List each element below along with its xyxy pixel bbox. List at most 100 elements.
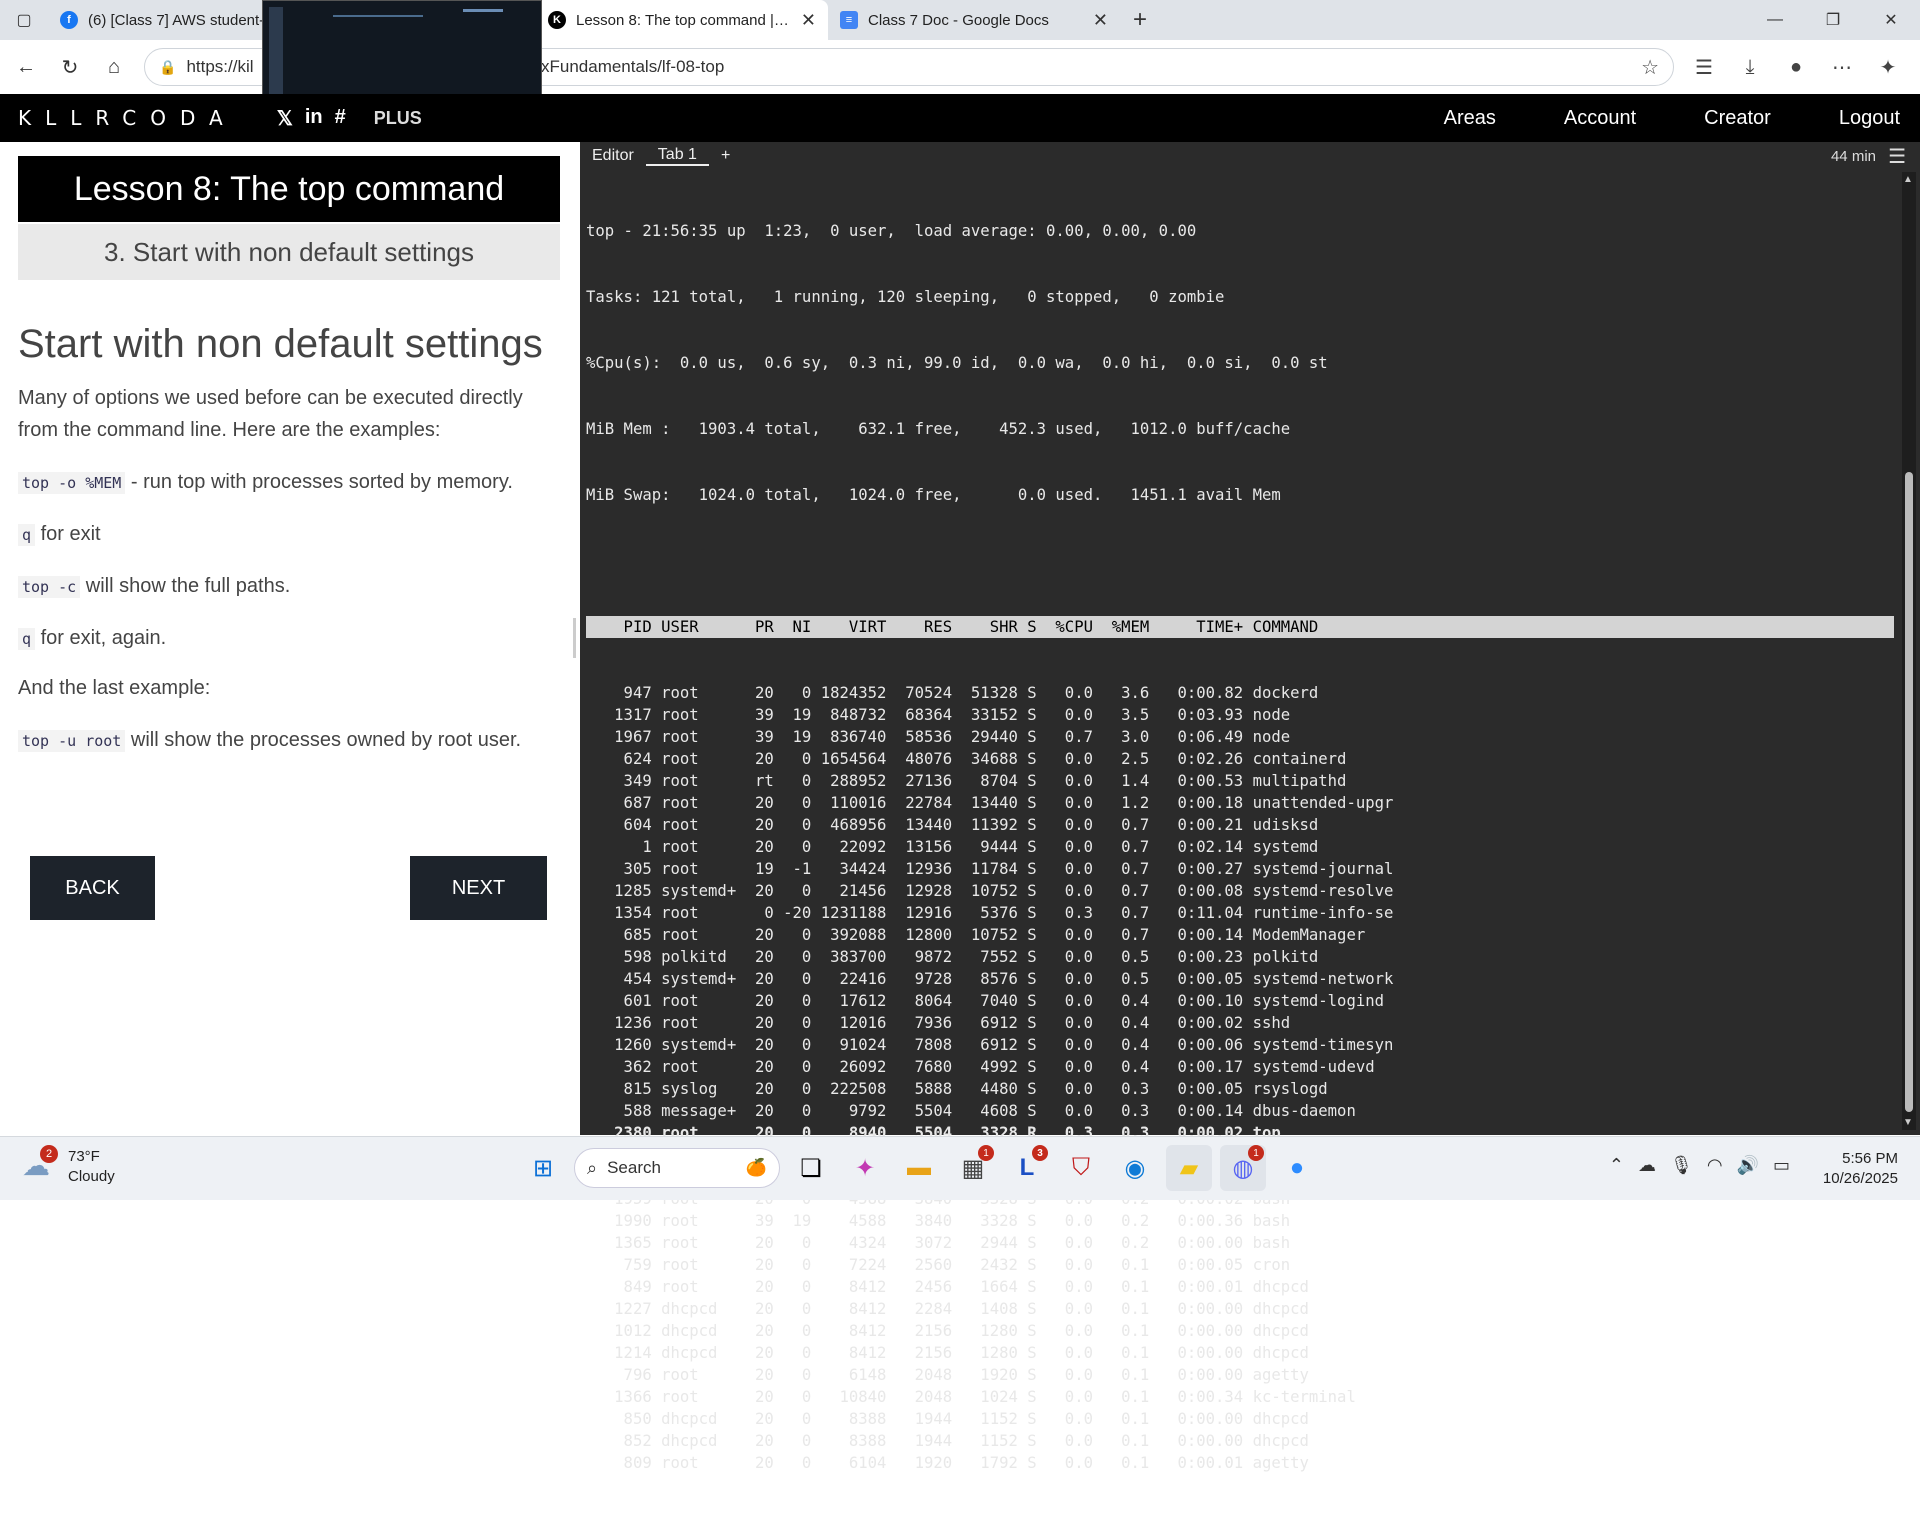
taskbar-search[interactable]: ⌕ Search 🍊 [574,1148,780,1188]
process-row: 849 root 20 0 8412 2456 1664 S 0.0 0.1 0… [586,1278,1309,1296]
refresh-icon[interactable]: ↻ [48,47,92,87]
onedrive-icon[interactable]: ☁ [1638,1155,1656,1176]
volume-icon[interactable]: 🔊 [1737,1155,1759,1176]
edge-icon[interactable]: ◉ [1112,1145,1158,1191]
process-row: 852 dhcpcd 20 0 8388 1944 1152 S 0.0 0.1… [586,1432,1309,1450]
favorite-star-icon[interactable]: ☆ [1641,55,1659,80]
tab-terminal-1[interactable]: Tab 1 [645,146,709,166]
code-snippet[interactable]: q [18,628,36,650]
x-icon[interactable]: 𝕏 [277,106,293,131]
tab-editor[interactable]: Editor [580,147,646,165]
example-text: will show the full paths. [80,575,291,597]
close-window-icon[interactable]: ✕ [1862,0,1920,40]
tab-google-docs[interactable]: ≡ Class 7 Doc - Google Docs ✕ [828,0,1120,40]
nav-logout[interactable]: Logout [1839,107,1900,130]
microphone-icon[interactable]: 🎙 [1670,1155,1693,1176]
site-header: KLLRCODA 𝕏 in # PLUS Areas Account Creat… [0,94,1920,142]
lesson-panel: Lesson 8: The top command 3. Start with … [0,142,575,1135]
zoom-icon[interactable]: ● [1274,1145,1320,1191]
profile-icon[interactable]: ● [1776,47,1816,87]
restore-icon[interactable]: ❐ [1804,0,1862,40]
process-row: 1366 root 20 0 10840 2048 1024 S 0.0 0.1… [586,1388,1356,1406]
preview-line [333,15,423,17]
site-logo[interactable]: KLLRCODA [18,106,237,130]
weather-widget[interactable]: ☁ 2 73°F Cloudy [22,1145,115,1187]
session-time-remaining: 44 min [1830,148,1876,165]
process-row: 1967 root 39 19 836740 58536 29440 S 0.7… [586,728,1291,746]
sticky-notes-icon[interactable]: ▰ [1166,1145,1212,1191]
slack-icon[interactable]: # [335,106,346,131]
scroll-up-icon[interactable]: ▲ [1903,174,1913,185]
discord-icon[interactable]: ◍ 1 [1220,1145,1266,1191]
code-snippet[interactable]: top -o %MEM [18,472,126,494]
wifi-icon[interactable]: ◠ [1707,1155,1723,1176]
search-icon: ⌕ [587,1157,598,1178]
example-text: for exit, again. [35,627,167,649]
notification-badge: 2 [40,1145,58,1163]
process-row: 947 root 20 0 1824352 70524 51328 S 0.0 … [586,684,1319,702]
chevron-up-icon[interactable]: ⌃ [1609,1155,1624,1176]
back-button[interactable]: BACK [30,856,155,920]
tab-title: Class 7 Doc - Google Docs [868,11,1049,29]
panel-resize-handle[interactable] [573,618,576,658]
system-clock[interactable]: 5:56 PM 10/26/2025 [1823,1149,1898,1189]
lock-icon: 🔒 [159,58,177,75]
code-snippet[interactable]: top -u root [18,730,126,752]
process-row: 454 systemd+ 20 0 22416 9728 8576 S 0.0 … [586,970,1394,988]
copilot-icon[interactable]: ✦ [1868,47,1908,87]
favorites-icon[interactable]: ☰ [1684,47,1724,87]
process-row: 598 polkitd 20 0 383700 9872 7552 S 0.0 … [586,948,1319,966]
code-snippet[interactable]: q [18,524,36,546]
mcafee-icon[interactable]: ⛉ [1058,1145,1104,1191]
menu-icon[interactable]: ☰ [1888,144,1906,169]
nav-account[interactable]: Account [1564,107,1636,130]
back-icon[interactable]: ← [4,47,48,87]
minimize-icon[interactable]: — [1746,0,1804,40]
battery-icon[interactable]: ▭ [1773,1155,1790,1176]
scrollbar-thumb[interactable] [1905,472,1913,1112]
process-row: 1 root 20 0 22092 13156 9444 S 0.0 0.7 0… [586,838,1319,856]
example-1: top -o %MEM - run top with processes sor… [18,466,558,499]
next-button[interactable]: NEXT [410,856,547,920]
process-row: 588 message+ 20 0 9792 5504 4608 S 0.0 0… [586,1102,1356,1120]
terminal-tabs: Editor Tab 1 + [580,142,1920,170]
copilot-app-icon[interactable]: ✦ [842,1145,888,1191]
taskbar: ☁ 2 73°F Cloudy ⊞ ⌕ Search 🍊 ❏ ✦ ▬ ▦ 1 L3 … [0,1136,1920,1200]
store-icon[interactable]: ▦ 1 [950,1145,996,1191]
process-row: 809 root 20 0 6104 1920 1792 S 0.0 0.1 0… [586,1454,1309,1472]
download-icon[interactable]: ⤓ [1730,47,1770,87]
example-text: - run top with processes sorted by memor… [125,471,513,493]
top-summary-line: Tasks: 121 total, 1 running, 120 sleepin… [586,288,1225,306]
step-title: 3. Start with non default settings [18,224,560,280]
code-snippet[interactable]: top -c [18,576,81,598]
example-quit-1: q for exit [18,518,558,551]
scroll-down-icon[interactable]: ▼ [1903,1117,1913,1128]
new-tab-button[interactable]: + [1120,0,1160,40]
process-row: 685 root 20 0 392088 12800 10752 S 0.0 0… [586,926,1366,944]
add-tab-button[interactable]: + [709,147,742,165]
nav-areas[interactable]: Areas [1444,107,1496,130]
nav-creator[interactable]: Creator [1704,107,1771,130]
tab-actions-icon[interactable]: ▢ [0,0,48,40]
linkedin-icon[interactable]: in [305,106,323,131]
plus-link[interactable]: PLUS [374,108,422,129]
example-2: top -c will show the full paths. [18,570,558,603]
task-view-icon[interactable]: ❏ [788,1145,834,1191]
tab-lesson[interactable]: K Lesson 8: The top command | Paw ✕ [536,0,828,40]
badge: 1 [978,1145,994,1161]
file-explorer-icon[interactable]: ▬ [896,1145,942,1191]
home-icon[interactable]: ⌂ [92,47,136,87]
linkedin-learning-icon[interactable]: L3 [1004,1145,1050,1191]
toolbar-icons: ☰ ⤓ ● ⋯ ✦ [1684,47,1908,87]
terminal-scrollbar[interactable]: ▲ ▼ [1902,172,1916,1130]
intro-text: Many of options we used before can be ex… [18,387,523,441]
more-icon[interactable]: ⋯ [1822,47,1862,87]
start-icon[interactable]: ⊞ [520,1145,566,1191]
close-icon[interactable]: ✕ [1093,10,1108,31]
process-row: 1236 root 20 0 12016 7936 6912 S 0.0 0.4… [586,1014,1291,1032]
process-row: 1365 root 20 0 4324 3072 2944 S 0.0 0.2 … [586,1234,1291,1252]
close-icon[interactable]: ✕ [801,10,816,31]
process-row: 796 root 20 0 6148 2048 1920 S 0.0 0.1 0… [586,1366,1309,1384]
terminal-output[interactable]: top - 21:56:35 up 1:23, 0 user, load ave… [586,176,1894,1518]
process-row: 850 dhcpcd 20 0 8388 1944 1152 S 0.0 0.1… [586,1410,1309,1428]
